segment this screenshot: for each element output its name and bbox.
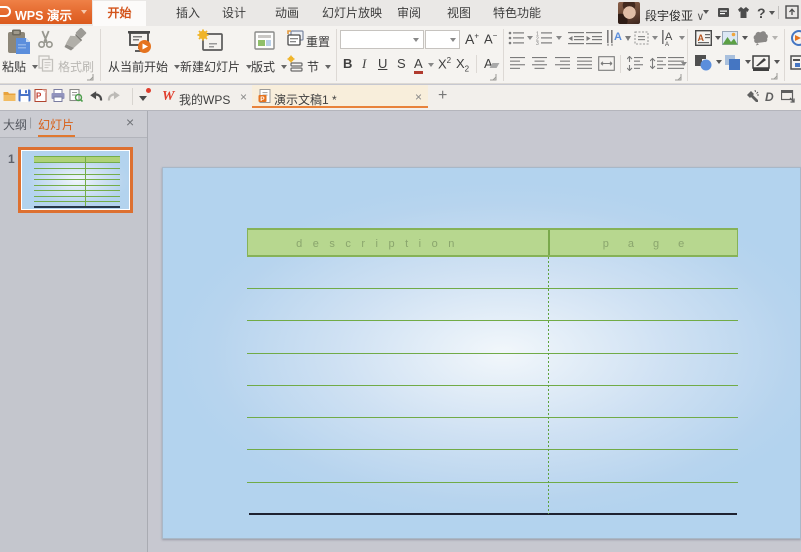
svg-text:A: A [614, 31, 622, 43]
svg-text:P: P [260, 96, 265, 103]
svg-text:P: P [36, 92, 42, 101]
svg-text:A: A [698, 33, 705, 43]
svg-text:A: A [665, 42, 669, 46]
svg-text:3: 3 [536, 41, 539, 45]
